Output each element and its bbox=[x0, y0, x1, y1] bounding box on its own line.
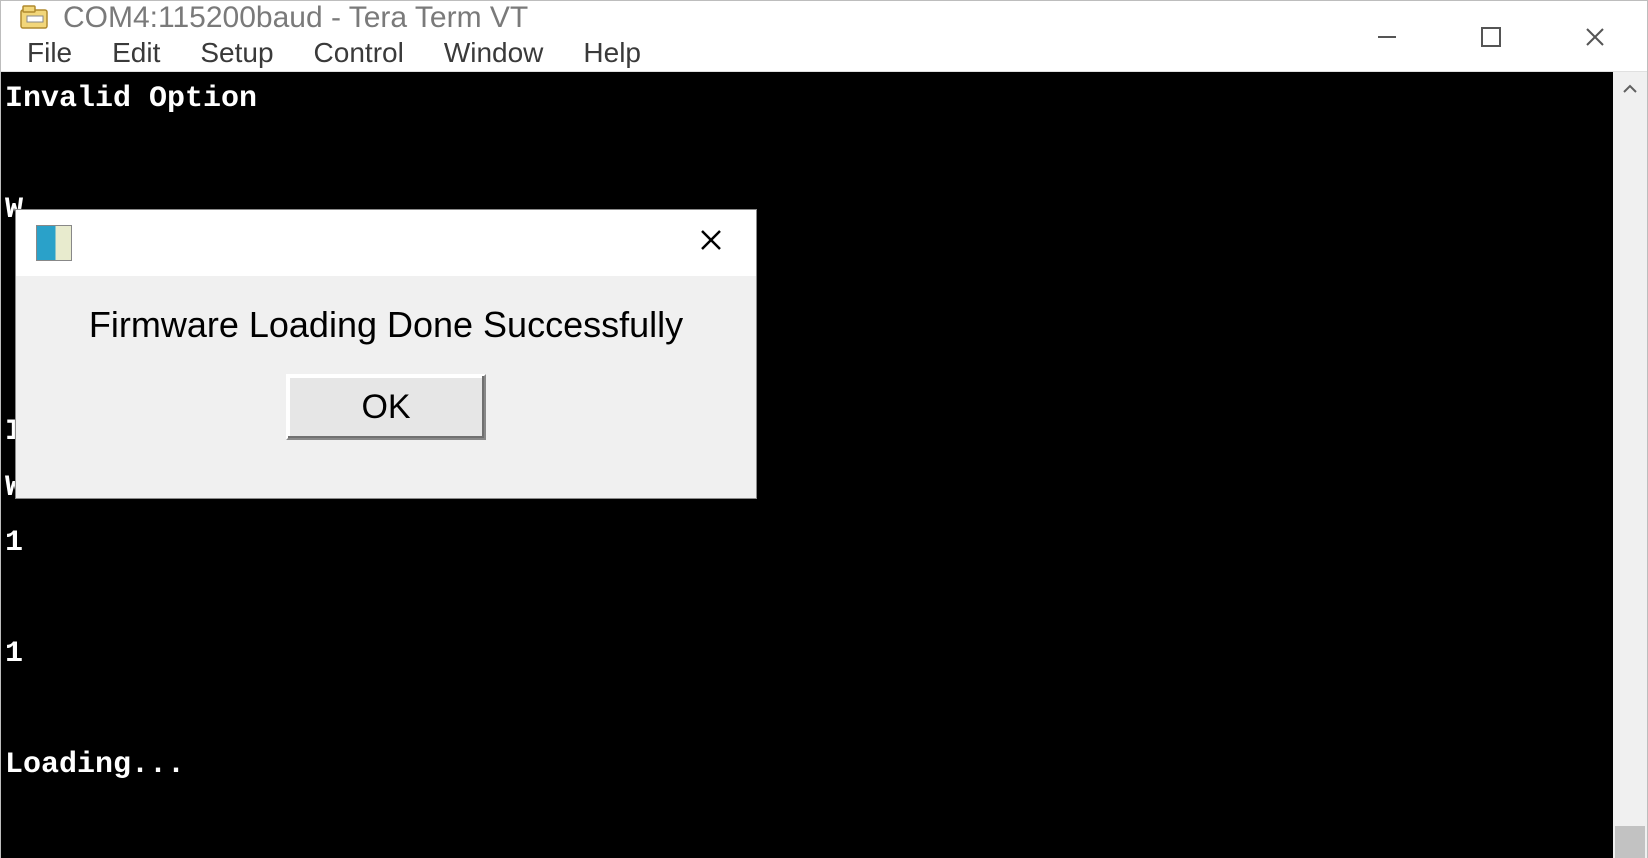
menu-help[interactable]: Help bbox=[567, 35, 657, 71]
message-dialog: Firmware Loading Done Successfully OK bbox=[15, 209, 757, 499]
terminal-line: 1 bbox=[5, 526, 23, 560]
scroll-thumb[interactable] bbox=[1615, 826, 1645, 858]
close-icon bbox=[698, 227, 724, 253]
menu-setup[interactable]: Setup bbox=[184, 35, 289, 71]
maximize-icon bbox=[1480, 26, 1502, 48]
close-button[interactable] bbox=[1543, 1, 1647, 73]
titlebar[interactable]: COM4:115200baud - Tera Term VT bbox=[1, 1, 1647, 35]
scroll-up-button[interactable] bbox=[1613, 72, 1647, 106]
window-title: COM4:115200baud - Tera Term VT bbox=[63, 1, 528, 35]
menu-control[interactable]: Control bbox=[298, 35, 420, 71]
menu-file[interactable]: File bbox=[11, 35, 88, 71]
vertical-scrollbar[interactable] bbox=[1613, 72, 1647, 858]
window-controls bbox=[1335, 1, 1647, 73]
menu-window[interactable]: Window bbox=[428, 35, 560, 71]
close-icon bbox=[1584, 26, 1606, 48]
dialog-message: Firmware Loading Done Successfully bbox=[89, 304, 683, 346]
dialog-close-button[interactable] bbox=[686, 227, 736, 260]
terminal-line: Invalid Option bbox=[5, 82, 257, 116]
app-window: COM4:115200baud - Tera Term VT File Edit… bbox=[0, 0, 1648, 858]
terminal-line: 1 bbox=[5, 637, 23, 671]
dialog-body: Firmware Loading Done Successfully OK bbox=[16, 276, 756, 498]
minimize-icon bbox=[1376, 26, 1398, 48]
terminal-line: Loading... bbox=[5, 748, 185, 782]
dialog-titlebar[interactable] bbox=[16, 210, 756, 276]
chevron-up-icon bbox=[1622, 81, 1638, 97]
maximize-button[interactable] bbox=[1439, 1, 1543, 73]
ok-button[interactable]: OK bbox=[286, 374, 486, 440]
minimize-button[interactable] bbox=[1335, 1, 1439, 73]
app-icon bbox=[19, 2, 51, 34]
menu-edit[interactable]: Edit bbox=[96, 35, 176, 71]
dialog-icon bbox=[36, 225, 72, 261]
